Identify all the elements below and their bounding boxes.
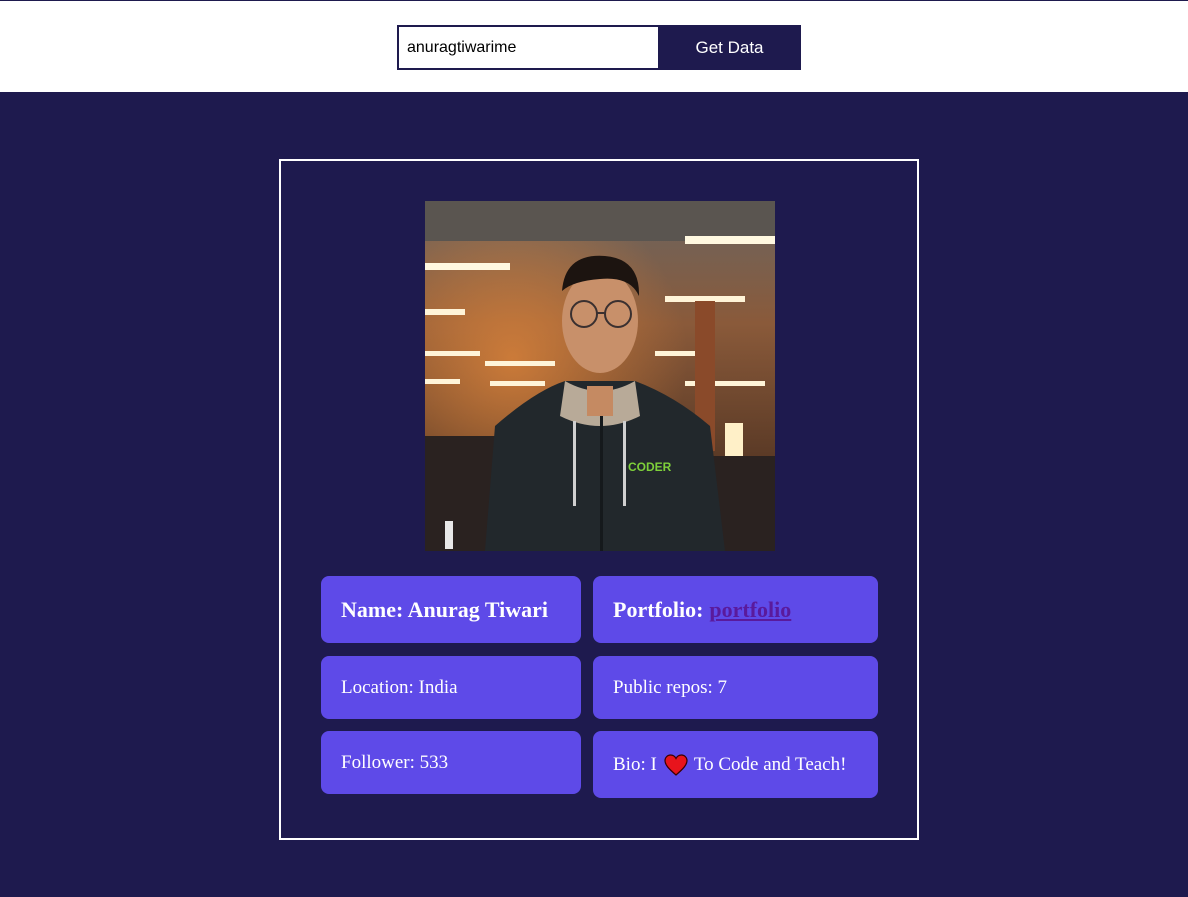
name-field: Name: Anurag Tiwari [321, 576, 581, 643]
profile-card: CODER Name: Anurag Tiwari Portfolio: por… [279, 159, 919, 840]
followers-field: Follower: 533 [321, 731, 581, 794]
location-text: Location: India [341, 676, 458, 698]
bio-field: Bio: I To Code and Teach! [593, 731, 878, 798]
portfolio-label: Portfolio: [613, 596, 704, 622]
location-field: Location: India [321, 656, 581, 719]
avatar-photo: CODER [425, 201, 775, 551]
followers-text: Follower: 533 [341, 751, 449, 773]
portfolio-link[interactable]: portfolio [709, 597, 791, 623]
public-repos-text: Public repos: 7 [613, 676, 727, 698]
search-form: Get Data [397, 25, 801, 70]
avatar: CODER [425, 201, 775, 551]
bio-prefix: Bio: I [613, 753, 657, 775]
hoodie-logo-text: CODER [628, 460, 672, 474]
top-bar: Get Data [0, 0, 1188, 92]
get-data-button[interactable]: Get Data [658, 25, 801, 70]
bio-suffix: To Code and Teach! [693, 753, 847, 775]
name-text: Name: Anurag Tiwari [341, 596, 548, 622]
username-input[interactable] [397, 25, 658, 70]
portfolio-field: Portfolio: portfolio [593, 576, 878, 643]
public-repos-field: Public repos: 7 [593, 656, 878, 719]
heart-icon [664, 753, 688, 776]
